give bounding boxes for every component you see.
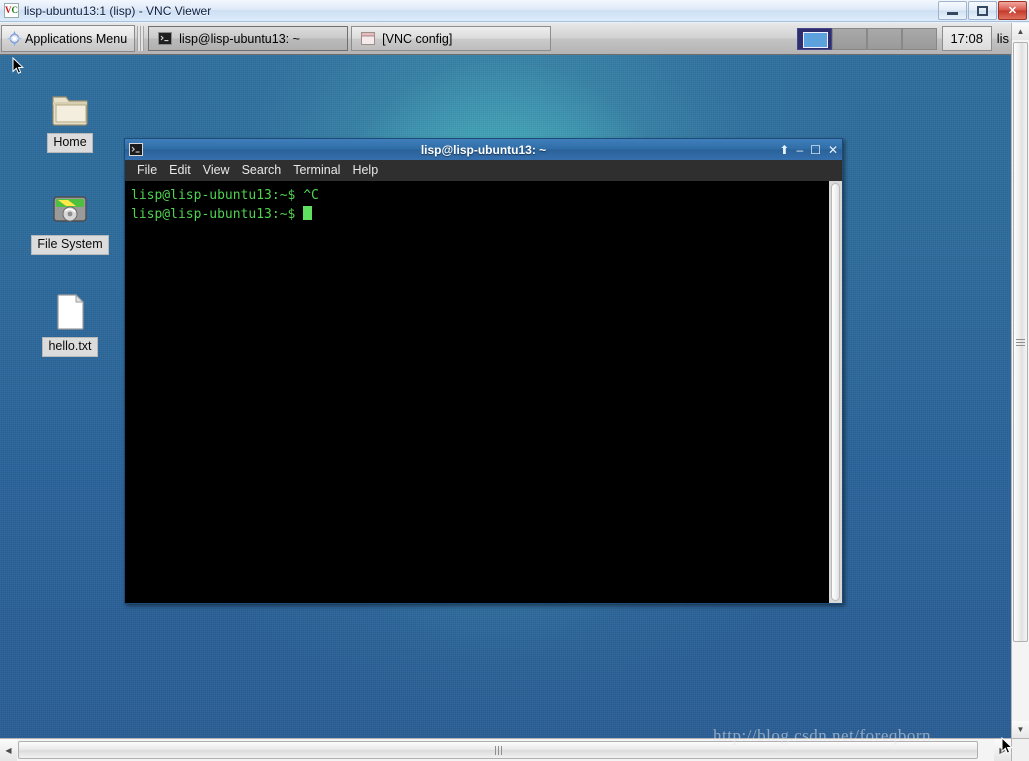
applications-menu-button[interactable]: Applications Menu xyxy=(1,25,136,52)
terminal-output: ^C xyxy=(303,188,319,203)
workspace-4[interactable] xyxy=(901,27,937,50)
window-task-list: lisp@lisp-ubuntu13: ~ [VNC config] xyxy=(146,23,795,54)
harddrive-icon xyxy=(48,187,92,231)
text-file-icon xyxy=(48,289,92,333)
scroll-right-icon[interactable]: ▶ xyxy=(994,739,1011,761)
task-button-vnc-config[interactable]: [VNC config] xyxy=(351,26,552,51)
folder-icon xyxy=(48,85,92,129)
scroll-grip-icon xyxy=(494,745,502,755)
workspace-3[interactable] xyxy=(866,27,902,50)
scroll-up-icon[interactable]: ▲ xyxy=(1012,23,1029,40)
desktop-icon-label: Home xyxy=(47,133,93,153)
terminal-scrollbar[interactable] xyxy=(828,181,842,603)
viewer-horizontal-scrollbar[interactable]: ◀ ▶ xyxy=(0,738,1011,761)
task-button-terminal[interactable]: lisp@lisp-ubuntu13: ~ xyxy=(148,26,349,51)
desktop-icon-home[interactable]: Home xyxy=(24,85,116,153)
desktop-icon-label: hello.txt xyxy=(42,337,98,357)
horizontal-scroll-thumb[interactable] xyxy=(18,741,978,759)
vnc-viewer-titlebar[interactable]: VC lisp-ubuntu13:1 (lisp) - VNC Viewer ✕ xyxy=(0,0,1029,22)
menu-item-search[interactable]: Search xyxy=(236,162,288,178)
window-controls: ✕ xyxy=(938,1,1027,20)
workspace-2[interactable] xyxy=(831,27,867,50)
task-button-label: lisp@lisp-ubuntu13: ~ xyxy=(179,31,300,46)
close-button[interactable]: ✕ xyxy=(998,1,1027,20)
vnc-viewer-title: lisp-ubuntu13:1 (lisp) - VNC Viewer xyxy=(24,3,212,18)
maximize-icon xyxy=(977,5,988,16)
menu-item-terminal[interactable]: Terminal xyxy=(287,162,346,178)
terminal-icon xyxy=(129,143,143,156)
minimize-icon xyxy=(947,12,958,15)
shade-icon[interactable]: ⬆ xyxy=(779,144,789,156)
window-icon xyxy=(361,32,376,45)
terminal-window-controls: ⬆ – ☐ ✕ xyxy=(779,144,838,156)
remote-desktop: Home File System hello.txt lisp@lisp-ubu… xyxy=(0,23,1011,738)
minimize-icon[interactable]: – xyxy=(796,144,803,156)
minimize-button[interactable] xyxy=(938,1,967,20)
desktop-icon-file-system[interactable]: File System xyxy=(24,187,116,255)
menu-item-file[interactable]: File xyxy=(131,162,163,178)
terminal-icon xyxy=(158,32,173,45)
workspace-1[interactable] xyxy=(796,27,832,50)
menu-item-view[interactable]: View xyxy=(197,162,236,178)
task-button-label: [VNC config] xyxy=(382,31,453,46)
terminal-line: lisp@lisp-ubuntu13:~$ ^C xyxy=(131,186,822,205)
panel-separator xyxy=(137,26,145,51)
desktop-icon-hello-txt[interactable]: hello.txt xyxy=(24,289,116,357)
terminal-screen[interactable]: lisp@lisp-ubuntu13:~$ ^C lisp@lisp-ubunt… xyxy=(125,181,828,603)
horizontal-scroll-track[interactable] xyxy=(17,739,994,761)
scrollbar-corner xyxy=(1011,738,1029,761)
menu-item-help[interactable]: Help xyxy=(346,162,384,178)
terminal-scrollbar-thumb[interactable] xyxy=(831,183,840,601)
terminal-window: lisp@lisp-ubuntu13: ~ ⬆ – ☐ ✕ File Edit … xyxy=(124,138,843,604)
desktop-icon-label: File System xyxy=(31,235,109,255)
workspace-switcher[interactable] xyxy=(796,27,937,50)
maximize-icon[interactable]: ☐ xyxy=(810,144,821,156)
scroll-left-icon[interactable]: ◀ xyxy=(0,739,17,761)
menu-item-edit[interactable]: Edit xyxy=(163,162,197,178)
terminal-cursor xyxy=(303,206,313,220)
vnc-logo-letter-c: C xyxy=(11,5,19,15)
close-icon[interactable]: ✕ xyxy=(828,144,838,156)
close-icon: ✕ xyxy=(1007,5,1018,17)
vnc-viewer-window: VC lisp-ubuntu13:1 (lisp) - VNC Viewer ✕ xyxy=(0,0,1029,761)
vnc-canvas-viewport[interactable]: Home File System hello.txt lisp@lisp-ubu… xyxy=(0,23,1011,738)
panel-clock[interactable]: 17:08 xyxy=(941,26,992,51)
scroll-grip-icon xyxy=(1016,338,1025,346)
panel-spacer xyxy=(554,26,793,51)
viewer-vertical-scrollbar[interactable]: ▲ ▼ xyxy=(1011,23,1029,738)
panel-tray-text: lis xyxy=(996,31,1009,46)
maximize-button[interactable] xyxy=(968,1,997,20)
shell-prompt: lisp@lisp-ubuntu13:~$ xyxy=(131,188,304,203)
xfce-panel: Applications Menu lisp@lisp-ubuntu13: ~ xyxy=(0,23,1011,55)
terminal-line: lisp@lisp-ubuntu13:~$ xyxy=(131,205,822,224)
xfce-mouse-logo-icon xyxy=(6,30,23,47)
applications-menu-label: Applications Menu xyxy=(25,31,128,46)
terminal-body: lisp@lisp-ubuntu13:~$ ^C lisp@lisp-ubunt… xyxy=(124,181,843,604)
scroll-down-icon[interactable]: ▼ xyxy=(1012,721,1029,738)
vnc-logo-icon: VC xyxy=(4,3,19,18)
terminal-titlebar[interactable]: lisp@lisp-ubuntu13: ~ ⬆ – ☐ ✕ xyxy=(124,138,843,160)
terminal-title: lisp@lisp-ubuntu13: ~ xyxy=(420,142,547,157)
shell-prompt: lisp@lisp-ubuntu13:~$ xyxy=(131,207,304,222)
terminal-menubar: File Edit View Search Terminal Help xyxy=(124,160,843,181)
vertical-scroll-track[interactable] xyxy=(1012,40,1029,721)
vertical-scroll-thumb[interactable] xyxy=(1013,42,1028,642)
